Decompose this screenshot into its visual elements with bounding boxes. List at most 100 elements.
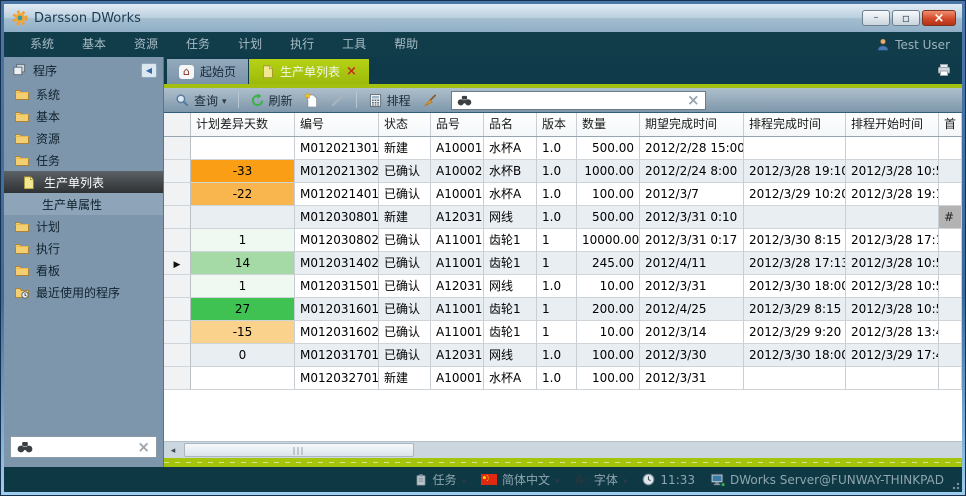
cell-qty: 10000.00 — [577, 229, 640, 252]
row-header-cell[interactable] — [164, 160, 191, 183]
user-name: Test User — [895, 38, 950, 52]
cell-status: 已确认 — [379, 298, 431, 321]
table-row[interactable]: 1M012031501已确认A12031网线1.010.002012/3/312… — [164, 275, 962, 298]
sidebar-item[interactable]: 基本 — [4, 105, 163, 127]
clean-button[interactable] — [419, 93, 441, 108]
menu-item[interactable]: 基本 — [68, 32, 120, 57]
cell-version: 1.0 — [537, 275, 577, 298]
status-font-menu[interactable]: A: 字体 — [575, 471, 628, 488]
table-row[interactable]: M012021301新建A10001水杯A1.0500.002012/2/28 … — [164, 137, 962, 160]
sidebar-item[interactable]: 执行 — [4, 237, 163, 259]
cell-status: 已确认 — [379, 229, 431, 252]
cell-status: 已确认 — [379, 321, 431, 344]
resize-grip[interactable] — [950, 480, 960, 490]
sidebar-item[interactable]: 系统 — [4, 83, 163, 105]
column-header[interactable]: 排程开始时间 — [846, 113, 939, 136]
column-header[interactable]: 品号 — [431, 113, 484, 136]
menu-item[interactable]: 任务 — [172, 32, 224, 57]
sidebar-item[interactable]: 任务 — [4, 149, 163, 171]
sidebar-item[interactable]: 看板 — [4, 259, 163, 281]
sidebar-item[interactable]: 资源 — [4, 127, 163, 149]
sidebar-item[interactable]: 计划 — [4, 215, 163, 237]
row-header-cell[interactable] — [164, 252, 191, 275]
refresh-button[interactable]: 刷新 — [247, 92, 296, 109]
tab-start-page[interactable]: 起始页 — [167, 59, 249, 84]
cell-sched_end — [744, 206, 846, 229]
table-row[interactable]: 0M012031701已确认A12031网线1.0100.002012/3/30… — [164, 344, 962, 367]
column-header[interactable]: 计划差异天数 — [191, 113, 295, 136]
new-button[interactable] — [301, 92, 322, 108]
cell-qty: 245.00 — [577, 252, 640, 275]
folder-icon — [14, 152, 30, 168]
row-header-cell[interactable] — [164, 183, 191, 206]
edit-button[interactable] — [327, 93, 348, 108]
column-header[interactable]: 期望完成时间 — [640, 113, 744, 136]
row-header-cell[interactable] — [164, 275, 191, 298]
column-header[interactable]: 品名 — [484, 113, 537, 136]
cell-sched_end: 2012/3/29 8:15 — [744, 298, 846, 321]
sidebar-collapse-button[interactable] — [141, 63, 157, 78]
sidebar-item-label: 任务 — [36, 152, 60, 169]
table-row[interactable]: -15M012031602已确认A11001齿轮1110.002012/3/14… — [164, 321, 962, 344]
query-button[interactable]: 查询 — [172, 92, 230, 109]
menu-item[interactable]: 资源 — [120, 32, 172, 57]
scrollbar-thumb[interactable] — [184, 443, 414, 457]
column-header[interactable]: 首 — [939, 113, 962, 136]
column-header[interactable]: 数量 — [577, 113, 640, 136]
header-row-selector — [164, 113, 191, 136]
row-header-cell[interactable] — [164, 137, 191, 160]
sidebar-item[interactable]: 生产单列表 — [4, 171, 163, 193]
title-bar[interactable]: Darsson DWorks — [4, 4, 962, 32]
cell-sched_start: 2012/3/28 17:13 — [846, 229, 939, 252]
cell-item_no: A11001 — [431, 229, 484, 252]
minimize-button[interactable] — [862, 10, 890, 26]
column-header[interactable]: 状态 — [379, 113, 431, 136]
menu-item[interactable]: 工具 — [328, 32, 380, 57]
restore-button[interactable] — [892, 10, 920, 26]
row-header-cell[interactable] — [164, 367, 191, 390]
column-header[interactable]: 版本 — [537, 113, 577, 136]
menu-items: 系统基本资源任务计划执行工具帮助 — [16, 32, 432, 57]
table-row[interactable]: -33M012021302已确认A10002水杯B1.01000.002012/… — [164, 160, 962, 183]
cell-status: 已确认 — [379, 252, 431, 275]
row-header-cell[interactable] — [164, 229, 191, 252]
sidebar-item[interactable]: 最近使用的程序 — [4, 281, 163, 303]
row-header-cell[interactable] — [164, 298, 191, 321]
tab-close-icon[interactable] — [346, 64, 357, 79]
table-row[interactable]: 27M012031601已确认A11001齿轮11200.002012/4/25… — [164, 298, 962, 321]
table-row[interactable]: 14M012031402已确认A11001齿轮11245.002012/4/11… — [164, 252, 962, 275]
table-search-box[interactable] — [451, 91, 706, 110]
tab-production-order-list[interactable]: 生产单列表 — [249, 59, 369, 84]
status-language-menu[interactable]: 简体中文 — [481, 471, 560, 488]
menu-item[interactable]: 计划 — [224, 32, 276, 57]
cell-version: 1.0 — [537, 183, 577, 206]
table-row[interactable]: M012032701新建A10001水杯A1.0100.002012/3/31 — [164, 367, 962, 390]
menu-item[interactable]: 帮助 — [380, 32, 432, 57]
sidebar-search-clear-icon[interactable] — [137, 438, 150, 456]
table-row[interactable]: -22M012021401已确认A10001水杯A1.0100.002012/3… — [164, 183, 962, 206]
row-header-cell[interactable] — [164, 321, 191, 344]
column-header[interactable]: 排程完成时间 — [744, 113, 846, 136]
user-indicator[interactable]: Test User — [876, 37, 950, 52]
table-row[interactable]: M012030801新建A12031网线1.0500.002012/3/31 0… — [164, 206, 962, 229]
row-header-cell[interactable] — [164, 344, 191, 367]
table-search-clear-icon[interactable] — [687, 91, 700, 109]
sidebar-search-box[interactable] — [10, 436, 157, 458]
status-task-menu[interactable]: 任务 — [415, 471, 466, 488]
horizontal-scrollbar[interactable] — [164, 441, 962, 458]
cell-diff — [191, 367, 295, 390]
close-button[interactable] — [922, 10, 956, 26]
schedule-button[interactable]: 排程 — [365, 92, 414, 109]
scroll-left-arrow-icon[interactable] — [166, 444, 180, 457]
column-header[interactable]: 编号 — [295, 113, 379, 136]
printer-icon[interactable] — [936, 63, 952, 77]
menu-item[interactable]: 系统 — [16, 32, 68, 57]
sidebar-item[interactable]: 生产单属性 — [4, 193, 163, 215]
sidebar-search-input[interactable] — [37, 440, 133, 454]
menu-item[interactable]: 执行 — [276, 32, 328, 57]
table-search-input[interactable] — [477, 93, 682, 107]
row-header-cell[interactable] — [164, 206, 191, 229]
status-server[interactable]: DWorks Server@FUNWAY-THINKPAD — [710, 473, 944, 487]
table-row[interactable]: 1M012030802已确认A11001齿轮1110000.002012/3/3… — [164, 229, 962, 252]
cell-item_no: A11001 — [431, 252, 484, 275]
